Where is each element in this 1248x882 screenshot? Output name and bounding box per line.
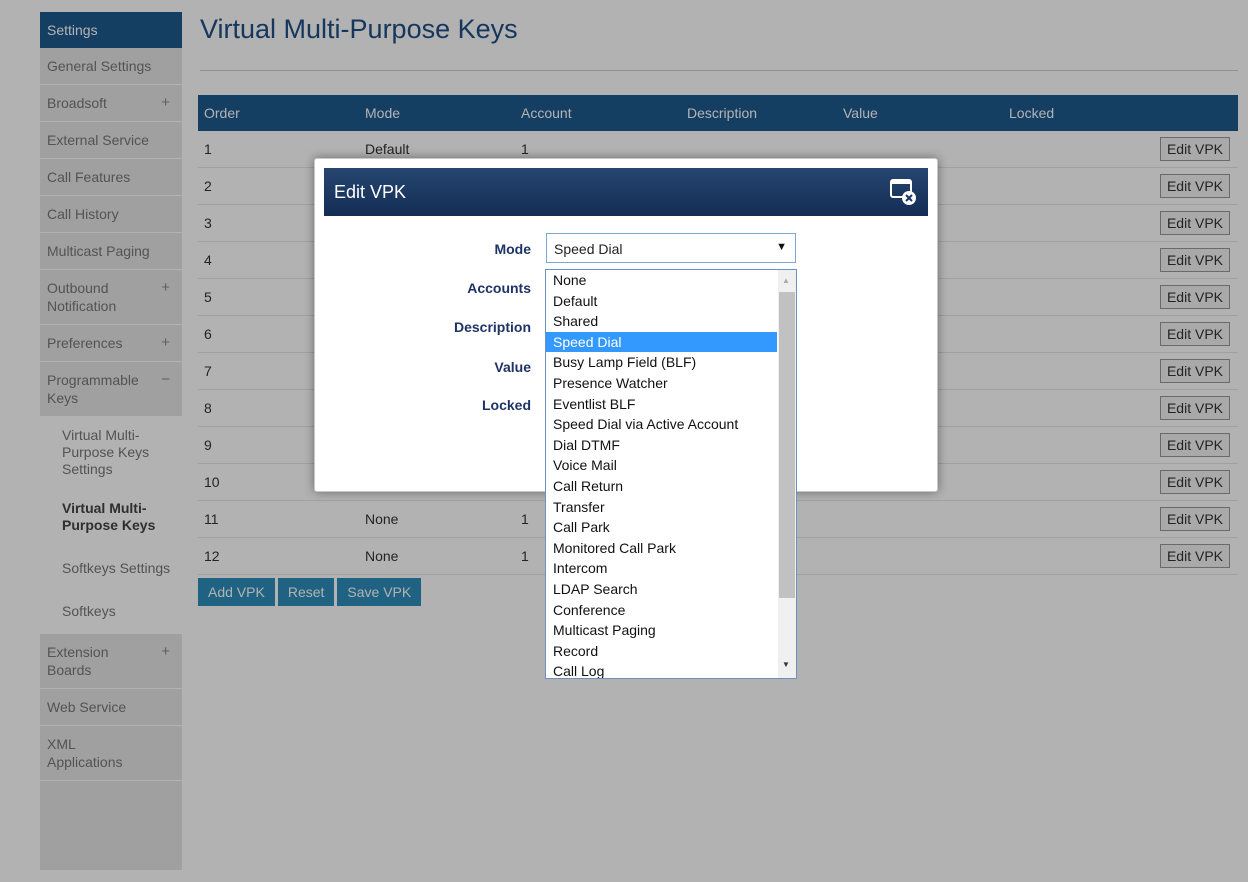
mode-option[interactable]: Dial DTMF — [546, 435, 777, 456]
mode-select-value: Speed Dial — [554, 241, 623, 257]
mode-option[interactable]: Shared — [546, 311, 777, 332]
dialog-header: Edit VPK — [324, 168, 928, 216]
dropdown-scrollbar[interactable]: ▲ ▼ — [778, 270, 796, 678]
mode-option[interactable]: Default — [546, 291, 777, 312]
scroll-up-icon[interactable]: ▲ — [782, 276, 790, 285]
close-window-icon[interactable] — [888, 177, 918, 207]
mode-option[interactable]: Presence Watcher — [546, 373, 777, 394]
mode-select[interactable]: Speed Dial ▼ — [546, 233, 796, 263]
mode-option[interactable]: Speed Dial via Active Account — [546, 414, 777, 435]
mode-option[interactable]: Call Log — [546, 661, 777, 678]
mode-option[interactable]: Call Return — [546, 476, 777, 497]
scrollbar-thumb[interactable] — [779, 292, 795, 598]
mode-option[interactable]: Monitored Call Park — [546, 538, 777, 559]
mode-options: None Default Shared Speed Dial Busy Lamp Fie… — [546, 270, 777, 678]
mode-dropdown-list[interactable]: None Default Shared Speed Dial Busy Lamp Fie… — [545, 269, 797, 679]
dropdown-arrow-icon: ▼ — [776, 241, 787, 253]
mode-option[interactable]: Record — [546, 641, 777, 662]
mode-label: Mode — [494, 241, 531, 257]
mode-option[interactable]: Eventlist BLF — [546, 394, 777, 415]
description-label: Description — [453, 319, 531, 335]
page: Settings General Settings Broadsoft + Ext… — [0, 0, 1248, 882]
mode-option[interactable]: Multicast Paging — [546, 620, 777, 641]
mode-option[interactable]: Conference — [546, 600, 777, 621]
value-label: Value — [494, 359, 531, 375]
mode-option[interactable]: Intercom — [546, 558, 777, 579]
mode-option[interactable]: LDAP Search — [546, 579, 777, 600]
mode-option[interactable]: Call Park — [546, 517, 777, 538]
accounts-label: Accounts — [467, 280, 531, 296]
mode-option[interactable]: Busy Lamp Field (BLF) — [546, 352, 777, 373]
mode-option[interactable]: None — [546, 270, 777, 291]
mode-option[interactable]: Transfer — [546, 497, 777, 518]
mode-option[interactable]: Voice Mail — [546, 455, 777, 476]
dialog-title: Edit VPK — [334, 182, 407, 202]
scroll-down-icon[interactable]: ▼ — [782, 660, 790, 669]
mode-option[interactable]: Speed Dial — [546, 331, 777, 353]
locked-label: Locked — [481, 397, 531, 413]
